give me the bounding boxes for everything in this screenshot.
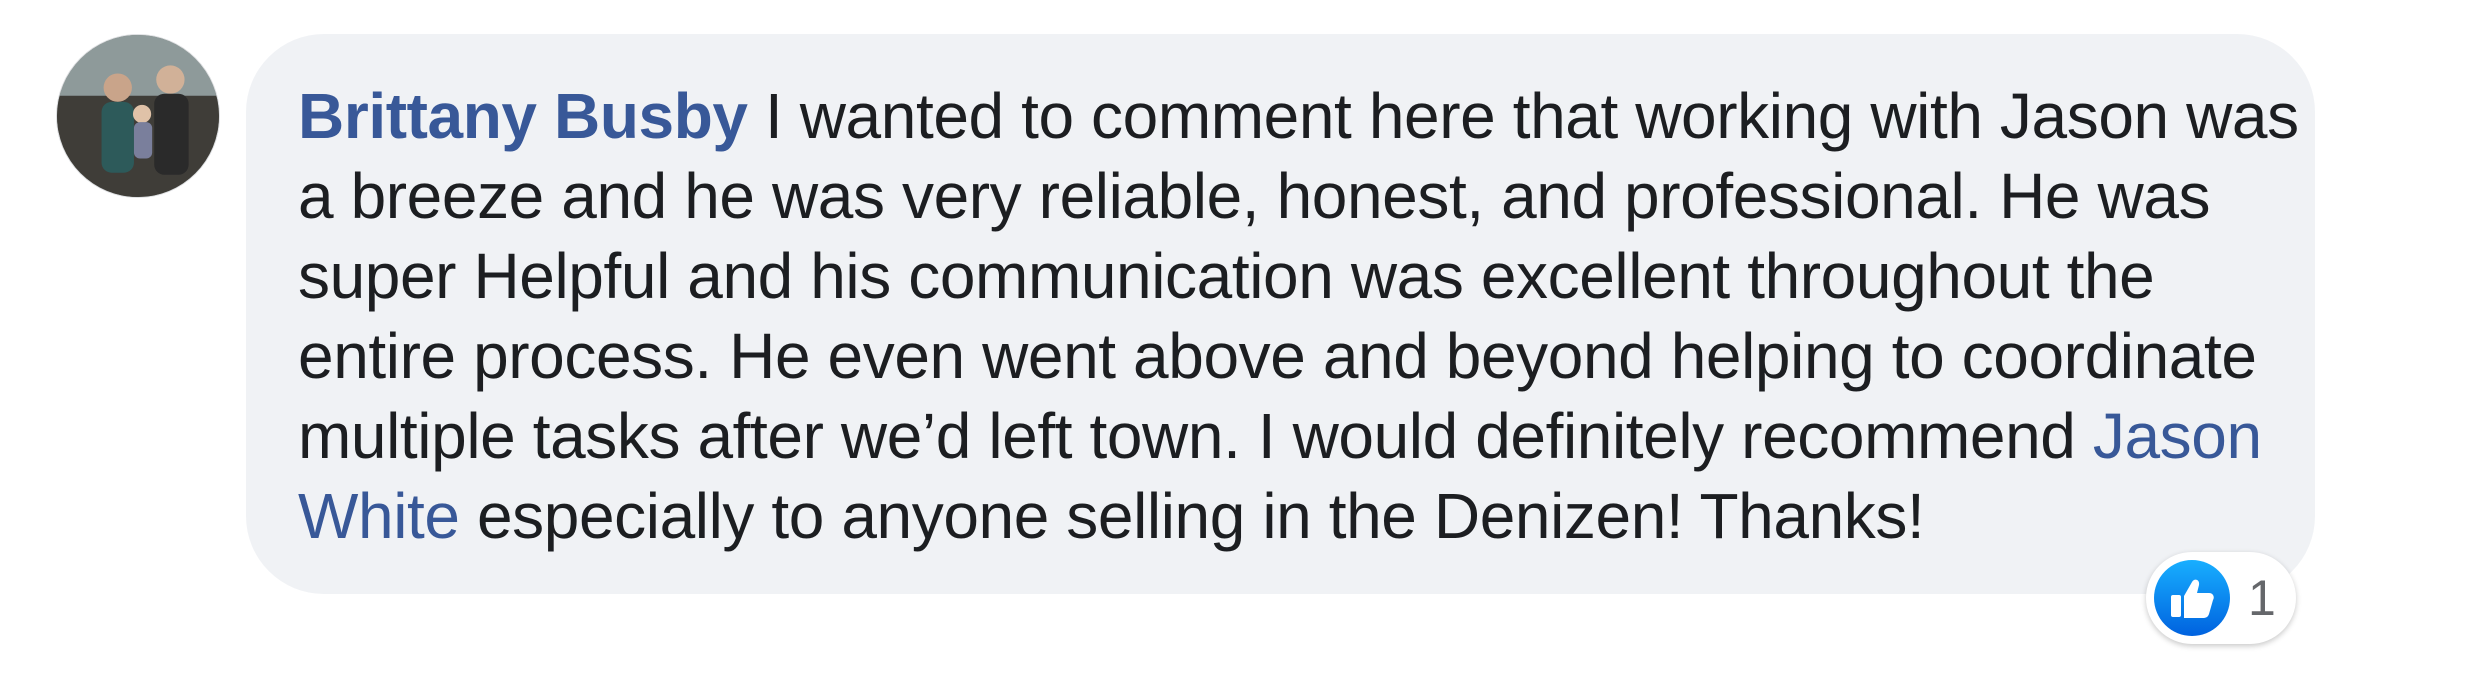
avatar[interactable] xyxy=(56,34,220,198)
comment-text-segment: I wanted to comment here that working wi… xyxy=(747,80,2299,152)
comment-line: a breeze and he was very reliable, hones… xyxy=(298,160,2211,232)
comment-line: entire process. He even went above and b… xyxy=(298,320,2257,392)
comment: Brittany Busby I wanted to comment here … xyxy=(0,0,2474,680)
mention-link[interactable]: White xyxy=(298,480,460,552)
comment-text-segment: especially to anyone selling in the Deni… xyxy=(459,480,1925,552)
like-thumbs-up-icon xyxy=(2154,560,2230,636)
mention-link[interactable]: Jason xyxy=(2093,400,2262,472)
comment-line: White especially to anyone selling in th… xyxy=(298,476,2255,556)
comment-text-segment: multiple tasks after we’d left town. I w… xyxy=(298,400,2093,472)
comment-text: Brittany Busby I wanted to comment here … xyxy=(298,76,2299,556)
comment-line: super Helpful and his communication was … xyxy=(298,240,2155,312)
author-name-link[interactable]: Brittany Busby xyxy=(298,80,748,152)
comment-line: Brittany Busby I wanted to comment here … xyxy=(298,76,2299,156)
comment-bubble: Brittany Busby I wanted to comment here … xyxy=(246,34,2315,594)
reactions-badge[interactable]: 1 xyxy=(2146,552,2296,644)
comment-line: multiple tasks after we’d left town. I w… xyxy=(298,396,2262,476)
reaction-count: 1 xyxy=(2248,570,2276,626)
